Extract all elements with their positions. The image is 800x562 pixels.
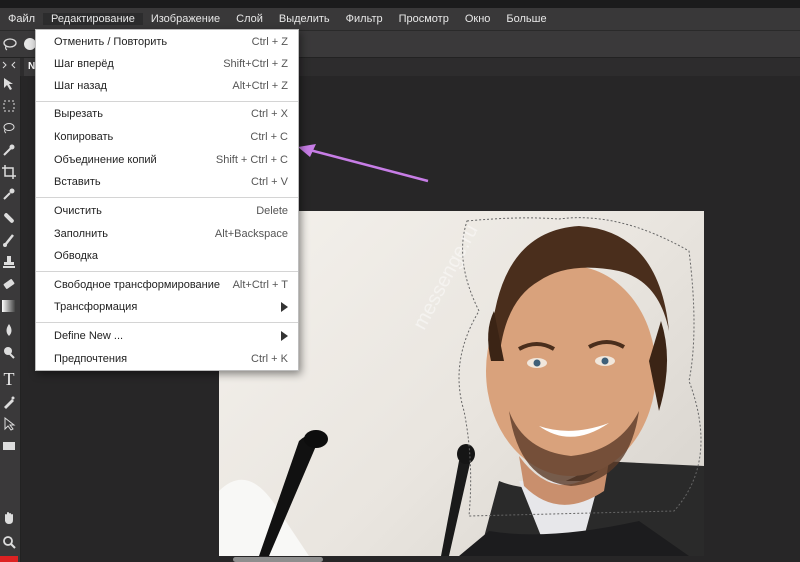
path-select-icon[interactable]	[0, 414, 18, 434]
dodge-icon[interactable]	[0, 342, 18, 362]
watermark-text: messenge.ru	[409, 221, 483, 333]
lasso-icon[interactable]	[2, 37, 18, 54]
shape-icon[interactable]	[0, 436, 18, 456]
menu-item-shortcut: Shift+Ctrl + Z	[223, 58, 288, 70]
menu-item-label: Свободное трансформирование	[54, 279, 220, 291]
stamp-icon[interactable]	[0, 252, 18, 272]
zoom-icon[interactable]	[0, 532, 18, 552]
menu-item-label: Шаг назад	[54, 80, 107, 92]
menu-select[interactable]: Выделить	[271, 13, 338, 25]
eyedropper-icon[interactable]	[0, 184, 18, 204]
hand-icon[interactable]	[0, 508, 18, 528]
menu-item-clear[interactable]: Очистить Delete	[36, 201, 298, 221]
menu-item-copy[interactable]: Копировать Ctrl + C	[36, 127, 298, 147]
menu-separator	[36, 101, 298, 102]
menu-item-shortcut: Alt+Ctrl + Z	[232, 80, 288, 92]
move-icon[interactable]	[0, 74, 18, 94]
foreground-color-swatch[interactable]	[0, 556, 18, 562]
menu-item-shortcut: Alt+Ctrl + T	[232, 279, 288, 291]
menu-item-stroke[interactable]: Обводка	[36, 246, 298, 266]
menu-item-label: Предпочтения	[54, 353, 128, 365]
menu-separator	[36, 197, 298, 198]
menu-item-transform[interactable]: Трансформация	[36, 297, 298, 317]
menu-item-undo-redo[interactable]: Отменить / Повторить Ctrl + Z	[36, 32, 298, 52]
menu-more[interactable]: Больше	[498, 13, 554, 25]
menu-bar: Файл Редактирование Изображение Слой Выд…	[0, 8, 800, 31]
menu-item-label: Копировать	[54, 131, 114, 143]
menu-view[interactable]: Просмотр	[391, 13, 457, 25]
menu-item-shortcut: Alt+Backspace	[214, 228, 288, 240]
menu-item-cut[interactable]: Вырезать Ctrl + X	[36, 104, 298, 124]
menu-item-paste[interactable]: Вставить Ctrl + V	[36, 172, 298, 192]
menu-window[interactable]: Окно	[457, 13, 499, 25]
menu-item-shortcut: Shift + Ctrl + C	[215, 154, 288, 166]
menu-filter[interactable]: Фильтр	[338, 13, 391, 25]
menu-item-label: Трансформация	[54, 301, 138, 313]
menu-item-define-new[interactable]: Define New ...	[36, 326, 298, 346]
menu-item-shortcut: Ctrl + X	[251, 108, 288, 120]
blur-icon[interactable]	[0, 320, 18, 340]
marquee-icon[interactable]	[0, 96, 18, 116]
menu-layer[interactable]: Слой	[228, 13, 271, 25]
menu-separator	[36, 271, 298, 272]
menu-item-label: Вырезать	[54, 108, 103, 120]
menu-item-shortcut: Ctrl + K	[251, 353, 288, 365]
menu-image[interactable]: Изображение	[143, 13, 228, 25]
quick-select-icon[interactable]	[0, 140, 18, 160]
menu-item-step-forward[interactable]: Шаг вперёд Shift+Ctrl + Z	[36, 54, 298, 74]
menu-edit[interactable]: Редактирование	[43, 13, 143, 25]
eraser-icon[interactable]	[0, 274, 18, 294]
gradient-icon[interactable]	[0, 296, 18, 316]
menu-item-shortcut: Ctrl + Z	[251, 36, 288, 48]
menu-item-label: Define New ...	[54, 330, 124, 342]
horizontal-scrollbar[interactable]	[233, 557, 323, 562]
window-top-strip	[0, 0, 800, 8]
menu-item-shortcut: Ctrl + C	[250, 131, 288, 143]
lasso-icon[interactable]	[0, 118, 18, 138]
submenu-arrow-icon	[281, 302, 288, 312]
menu-item-label: Обводка	[54, 250, 99, 262]
menu-item-copy-merged[interactable]: Объединение копий Shift + Ctrl + C	[36, 150, 298, 170]
brush-icon[interactable]	[0, 230, 18, 250]
menu-file[interactable]: Файл	[0, 13, 43, 25]
menu-item-shortcut: Delete	[256, 205, 288, 217]
menu-item-shortcut: Ctrl + V	[251, 176, 288, 188]
menu-item-label: Вставить	[54, 176, 101, 188]
healing-icon[interactable]	[0, 208, 18, 228]
toolbox: T	[0, 58, 21, 562]
menu-item-label: Объединение копий	[54, 154, 157, 166]
menu-item-step-back[interactable]: Шаг назад Alt+Ctrl + Z	[36, 76, 298, 96]
crop-icon[interactable]	[0, 162, 18, 182]
menu-item-label: Шаг вперёд	[54, 58, 114, 70]
edit-menu-dropdown: Отменить / Повторить Ctrl + Z Шаг вперёд…	[35, 29, 299, 371]
toolbox-collapse-icon[interactable]	[0, 58, 18, 72]
type-icon[interactable]: T	[0, 366, 18, 392]
menu-item-label: Очистить	[54, 205, 102, 217]
menu-item-fill[interactable]: Заполнить Alt+Backspace	[36, 224, 298, 244]
pen-icon[interactable]	[0, 392, 18, 412]
menu-item-preferences[interactable]: Предпочтения Ctrl + K	[36, 349, 298, 369]
menu-item-free-transform[interactable]: Свободное трансформирование Alt+Ctrl + T	[36, 275, 298, 295]
submenu-arrow-icon	[281, 331, 288, 341]
menu-item-label: Заполнить	[54, 228, 109, 240]
menu-item-label: Отменить / Повторить	[54, 36, 168, 48]
menu-separator	[36, 322, 298, 323]
